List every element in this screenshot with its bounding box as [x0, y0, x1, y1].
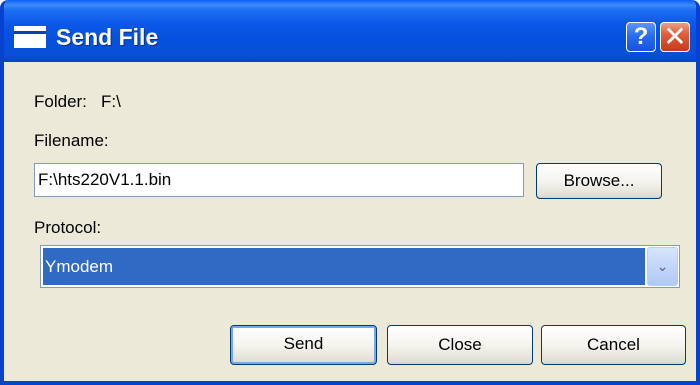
cancel-button[interactable]: Cancel: [541, 325, 686, 365]
title-bar[interactable]: Send File ? ✕: [4, 0, 696, 62]
protocol-select[interactable]: Ymodem ⌄: [40, 245, 680, 288]
folder-value: F:\: [101, 92, 121, 111]
protocol-selected-value: Ymodem: [43, 248, 645, 285]
dropdown-button[interactable]: ⌄: [647, 247, 678, 286]
close-window-button[interactable]: ✕: [660, 22, 690, 52]
filename-label: Filename:: [34, 131, 109, 150]
send-file-dialog: Send File ? ✕ Folder: F:\ Filename: F:\h…: [0, 0, 700, 385]
close-icon: ✕: [663, 21, 687, 52]
help-button[interactable]: ?: [626, 22, 656, 52]
window-icon: [14, 26, 46, 48]
folder-label: Folder:: [34, 92, 87, 111]
filename-field[interactable]: F:\hts220V1.1.bin: [34, 163, 524, 197]
chevron-down-icon: ⌄: [656, 258, 669, 274]
close-button[interactable]: Close: [387, 325, 533, 365]
help-icon: ?: [633, 23, 649, 50]
window-title: Send File: [56, 24, 159, 50]
browse-button[interactable]: Browse...: [536, 163, 662, 199]
send-button[interactable]: Send: [230, 325, 377, 365]
protocol-label: Protocol:: [34, 218, 102, 237]
